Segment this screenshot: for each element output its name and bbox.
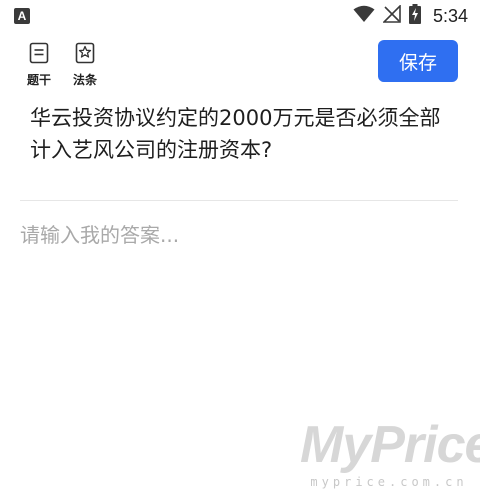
battery-charging-icon [408, 4, 421, 28]
tigan-button[interactable]: 题干 [21, 42, 57, 88]
tigan-label: 题干 [26, 73, 51, 87]
divider [20, 200, 458, 201]
status-time: 5:34 [432, 5, 468, 26]
fatiao-button[interactable]: 法条 [67, 42, 103, 88]
toolbar: 题干 法条 保存 [0, 38, 480, 88]
status-bar: A 5:34 [0, 0, 480, 32]
app-screen: A 5:34 题干 法条 保存 华云投资协议约定的2000万元是否必须全部计入艺… [0, 0, 480, 497]
watermark-url: myprice.com.cn [310, 475, 468, 489]
document-icon [29, 42, 49, 68]
watermark: MyPrice myprice.com.cn [300, 415, 480, 495]
app-notification-icon: A [14, 8, 30, 24]
question-text: 华云投资协议约定的2000万元是否必须全部计入艺风公司的注册资本? [30, 106, 441, 162]
fatiao-label: 法条 [72, 73, 97, 87]
no-signal-icon [382, 4, 401, 27]
star-document-icon [75, 42, 95, 68]
answer-input[interactable] [20, 220, 460, 420]
status-left: A [14, 8, 30, 24]
wifi-icon [353, 5, 375, 27]
watermark-logo: MyPrice [300, 416, 480, 474]
status-right: 5:34 [353, 4, 468, 28]
save-button[interactable]: 保存 [378, 40, 458, 82]
